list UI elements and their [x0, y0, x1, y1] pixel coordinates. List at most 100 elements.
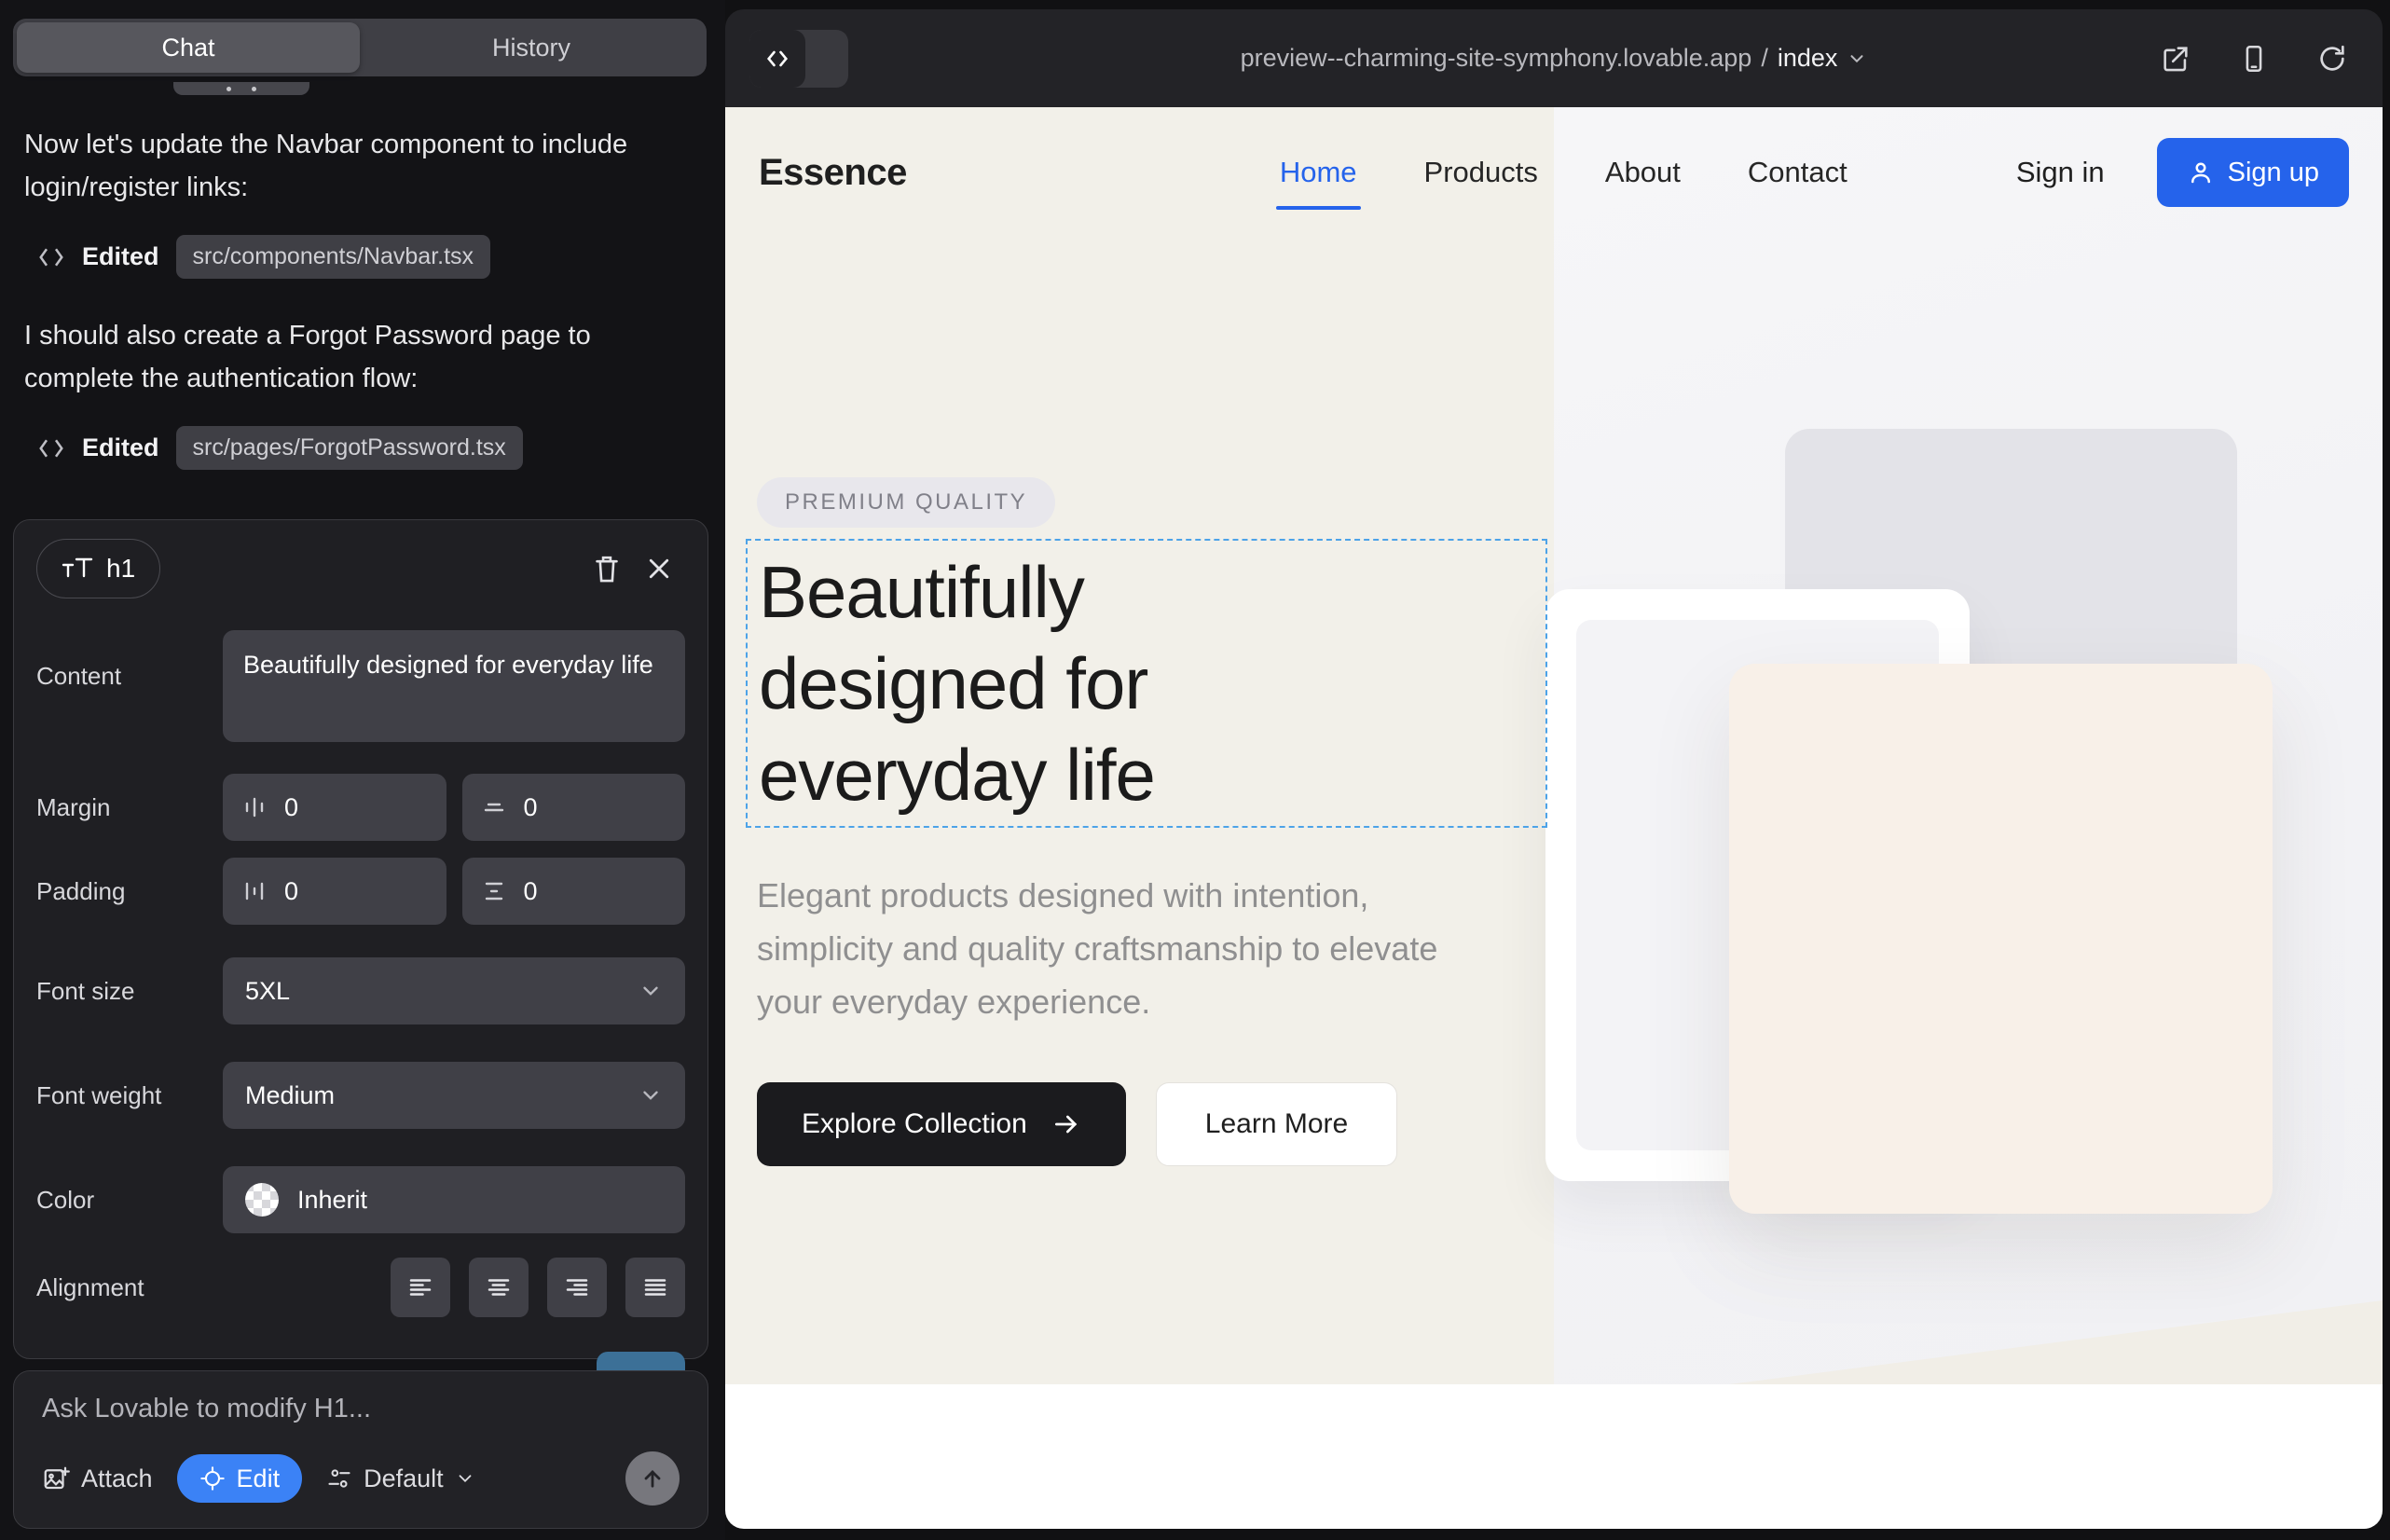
nav-link-products[interactable]: Products — [1424, 156, 1538, 189]
hero-heading-line: Beautifully — [759, 546, 1155, 638]
font-weight-select[interactable]: Medium — [223, 1062, 685, 1129]
padding-y-input[interactable]: 0 — [462, 858, 686, 925]
edited-file-row: Edited src/pages/ForgotPassword.tsx — [37, 426, 701, 470]
padding-label: Padding — [36, 877, 223, 906]
code-preview-toggle[interactable] — [749, 30, 848, 88]
sign-up-label: Sign up — [2228, 158, 2319, 188]
url-separator: / — [1761, 44, 1768, 73]
scrolled-chip — [173, 82, 309, 95]
element-tag-label: h1 — [106, 554, 135, 584]
align-left-icon — [406, 1273, 434, 1301]
align-right-button[interactable] — [547, 1258, 607, 1317]
margin-y-icon — [481, 794, 507, 820]
padding-y-value: 0 — [524, 877, 538, 906]
hero-heading[interactable]: Beautifully designed for everyday life — [759, 546, 1155, 820]
color-value: Inherit — [297, 1186, 367, 1215]
external-link-icon — [2160, 43, 2191, 75]
lovable-sidebar: Chat History Now let's update the Navbar… — [0, 0, 725, 1540]
explore-collection-label: Explore Collection — [802, 1108, 1027, 1140]
open-in-new-tab-button[interactable] — [2150, 33, 2202, 85]
alignment-label: Alignment — [36, 1273, 223, 1302]
nav-link-contact[interactable]: Contact — [1748, 156, 1847, 189]
font-size-label: Font size — [36, 977, 223, 1006]
learn-more-button[interactable]: Learn More — [1156, 1082, 1397, 1166]
hero-heading-line: designed for — [759, 638, 1155, 729]
padding-y-icon — [481, 878, 507, 904]
chat-history-tabbar: Chat History — [13, 19, 707, 76]
h1-selection-outline[interactable]: Beautifully designed for everyday life — [746, 539, 1547, 828]
sign-up-button[interactable]: Sign up — [2157, 138, 2349, 207]
tab-history[interactable]: History — [360, 22, 703, 73]
tab-chat[interactable]: Chat — [17, 22, 360, 73]
edit-label: Edit — [237, 1464, 281, 1493]
arrow-right-icon — [1051, 1109, 1081, 1139]
edit-mode-chip[interactable]: Edit — [177, 1454, 303, 1503]
arrow-up-icon — [639, 1465, 666, 1492]
align-justify-button[interactable] — [625, 1258, 685, 1317]
browser-topbar: preview--charming-site-symphony.lovable.… — [725, 9, 2383, 107]
selected-element-pill[interactable]: h1 — [36, 539, 160, 598]
mode-select[interactable]: Default — [326, 1464, 475, 1493]
send-button[interactable] — [625, 1451, 680, 1506]
edited-label: Edited — [82, 242, 159, 271]
color-swatch — [245, 1183, 279, 1217]
color-select[interactable]: Inherit — [223, 1166, 685, 1233]
element-editor-panel: h1 Content Beautifully designed for ever… — [13, 519, 708, 1359]
edited-file-badge[interactable]: src/pages/ForgotPassword.tsx — [176, 426, 523, 470]
margin-label: Margin — [36, 793, 223, 822]
align-left-button[interactable] — [391, 1258, 450, 1317]
attach-image-icon — [42, 1464, 70, 1492]
padding-x-input[interactable]: 0 — [223, 858, 446, 925]
chevron-down-icon — [639, 979, 663, 1003]
close-panel-button[interactable] — [633, 543, 685, 595]
nav-link-home[interactable]: Home — [1280, 156, 1357, 189]
user-icon — [2187, 158, 2215, 186]
margin-y-input[interactable]: 0 — [462, 774, 686, 841]
margin-x-input[interactable]: 0 — [223, 774, 446, 841]
color-label: Color — [36, 1186, 223, 1215]
align-center-icon — [485, 1273, 513, 1301]
sign-in-button[interactable]: Sign in — [2016, 156, 2105, 189]
align-justify-icon — [641, 1273, 669, 1301]
nav-link-about[interactable]: About — [1605, 156, 1681, 189]
delete-element-button[interactable] — [581, 543, 633, 595]
premium-quality-badge: PREMIUM QUALITY — [757, 477, 1055, 528]
content-label: Content — [36, 630, 223, 691]
assistant-message: Now let's update the Navbar component to… — [24, 123, 701, 209]
refresh-icon — [2316, 43, 2348, 75]
code-icon — [37, 243, 65, 271]
trash-icon — [592, 553, 622, 584]
padding-x-value: 0 — [284, 877, 298, 906]
refresh-button[interactable] — [2306, 33, 2358, 85]
site-logo[interactable]: Essence — [759, 152, 907, 194]
url-domain: preview--charming-site-symphony.lovable.… — [1241, 44, 1752, 73]
content-input[interactable]: Beautifully designed for everyday life — [223, 630, 685, 742]
attach-button[interactable]: Attach — [42, 1464, 153, 1493]
site-content: Essence Home Products About Contact Sign… — [725, 107, 2383, 1529]
chevron-down-icon — [455, 1468, 475, 1489]
url-bar[interactable]: preview--charming-site-symphony.lovable.… — [725, 9, 2383, 107]
chat-composer: Attach Edit Default — [13, 1370, 708, 1529]
edited-label: Edited — [82, 433, 159, 462]
align-center-button[interactable] — [469, 1258, 529, 1317]
hero-description: Elegant products designed with intention… — [757, 869, 1503, 1028]
code-icon — [37, 434, 65, 462]
type-icon — [62, 555, 93, 583]
explore-collection-button[interactable]: Explore Collection — [757, 1082, 1126, 1166]
chevron-down-icon — [639, 1083, 663, 1107]
chevron-down-icon — [1847, 48, 1867, 69]
edited-file-badge[interactable]: src/components/Navbar.tsx — [176, 235, 491, 279]
site-navbar: Essence Home Products About Contact Sign… — [725, 107, 2383, 238]
font-size-value: 5XL — [245, 977, 290, 1006]
edit-target-icon — [199, 1465, 226, 1492]
font-size-select[interactable]: 5XL — [223, 957, 685, 1024]
mobile-view-button[interactable] — [2228, 33, 2280, 85]
code-icon — [764, 46, 790, 72]
url-path: index — [1778, 44, 1838, 73]
code-view-segment[interactable] — [749, 30, 805, 88]
margin-x-icon — [241, 794, 268, 820]
chat-messages: Now let's update the Navbar component to… — [24, 123, 701, 505]
attach-label: Attach — [81, 1464, 153, 1493]
composer-input[interactable] — [42, 1394, 680, 1435]
edited-file-row: Edited src/components/Navbar.tsx — [37, 235, 701, 279]
